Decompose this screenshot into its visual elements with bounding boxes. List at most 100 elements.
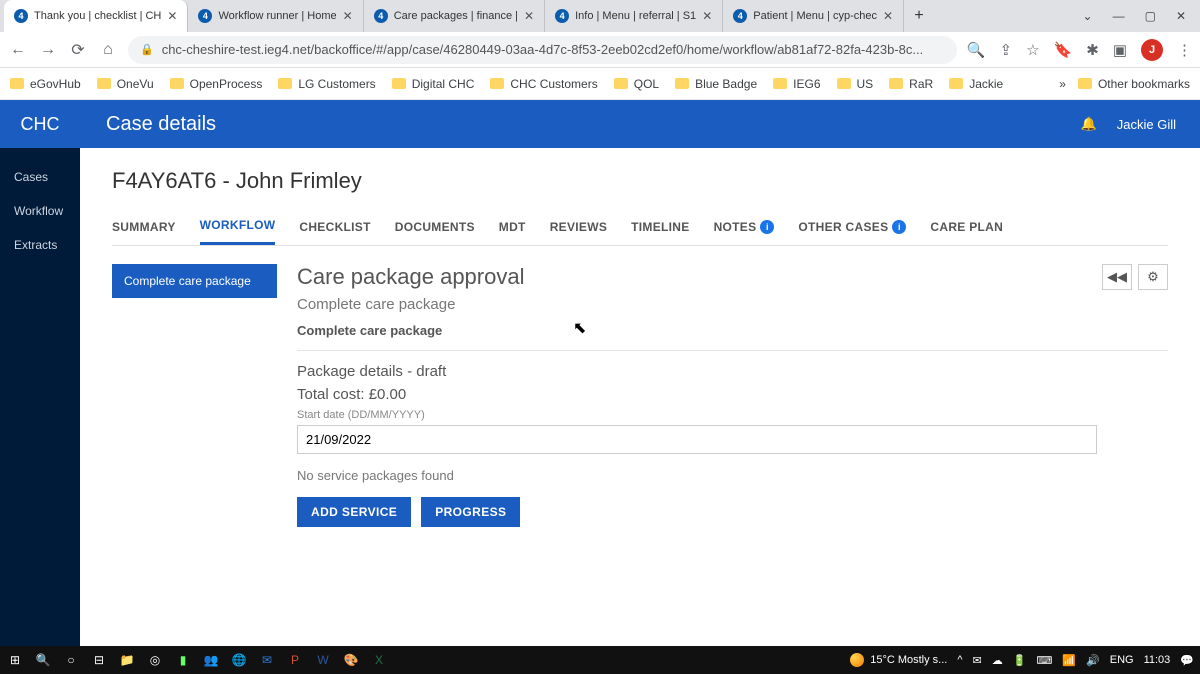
workflow-subheading: Complete care package xyxy=(297,296,1168,313)
start-button[interactable]: ⊞ xyxy=(6,651,24,669)
side-panel-icon[interactable]: ▣ xyxy=(1113,41,1127,59)
app-icon[interactable]: 🎨 xyxy=(342,651,360,669)
tab-care-plan[interactable]: CARE PLAN xyxy=(930,212,1003,245)
extensions-icon[interactable]: ✱ xyxy=(1086,41,1099,59)
settings-button[interactable]: ⚙ xyxy=(1138,264,1168,290)
tab-close-icon[interactable]: ✕ xyxy=(167,9,177,23)
tab-reviews[interactable]: REVIEWS xyxy=(550,212,607,245)
url-input[interactable]: 🔒 chc-cheshire-test.ieg4.net/backoffice/… xyxy=(128,36,957,64)
start-date-input[interactable] xyxy=(297,425,1097,454)
sidebar-item-workflow[interactable]: Workflow xyxy=(0,194,80,228)
tab-timeline[interactable]: TIMELINE xyxy=(631,212,689,245)
tab-other-cases[interactable]: OTHER CASESi xyxy=(798,212,906,245)
tab-favicon: 4 xyxy=(374,9,388,23)
window-maximize-icon[interactable]: ▢ xyxy=(1145,9,1156,23)
tab-title: Info | Menu | referral | S1 xyxy=(575,10,696,22)
weather-text: 15°C Mostly s... xyxy=(870,654,947,666)
progress-button[interactable]: PROGRESS xyxy=(421,497,520,527)
tab-summary[interactable]: SUMMARY xyxy=(112,212,176,245)
browser-tab[interactable]: 4 Thank you | checklist | CH ✕ xyxy=(4,0,188,32)
folder-icon xyxy=(614,78,628,89)
tab-documents[interactable]: DOCUMENTS xyxy=(395,212,475,245)
new-tab-button[interactable]: + xyxy=(904,0,934,32)
search-icon[interactable]: 🔍 xyxy=(967,41,986,59)
outlook-icon[interactable]: ✉ xyxy=(258,651,276,669)
tray-notifications-icon[interactable]: 💬 xyxy=(1180,654,1194,667)
excel-icon[interactable]: X xyxy=(370,651,388,669)
workflow-step-active[interactable]: Complete care package xyxy=(112,264,277,298)
bookmark-item[interactable]: Digital CHC xyxy=(392,77,475,91)
window-dropdown-icon[interactable]: ⌄ xyxy=(1083,9,1093,23)
tray-mail-icon[interactable]: ✉ xyxy=(973,654,982,667)
add-service-button[interactable]: ADD SERVICE xyxy=(297,497,411,527)
tab-close-icon[interactable]: ✕ xyxy=(883,9,893,23)
cortana-icon[interactable]: ○ xyxy=(62,651,80,669)
tab-workflow[interactable]: WORKFLOW xyxy=(200,212,276,245)
bookmark-item[interactable]: US xyxy=(837,77,874,91)
forward-button[interactable]: → xyxy=(38,41,58,59)
tray-battery-icon[interactable]: 🔋 xyxy=(1013,654,1027,667)
share-icon[interactable]: ⇪ xyxy=(1000,41,1013,59)
window-minimize-icon[interactable]: ― xyxy=(1113,9,1125,23)
bookmarks-overflow[interactable]: » xyxy=(1059,77,1066,91)
chrome-icon[interactable]: 🌐 xyxy=(230,651,248,669)
folder-icon xyxy=(490,78,504,89)
app-icon[interactable]: ▮ xyxy=(174,651,192,669)
tab-title: Care packages | finance | xyxy=(394,10,518,22)
profile-avatar[interactable]: J xyxy=(1141,39,1163,61)
app-icon[interactable]: ◎ xyxy=(146,651,164,669)
browser-tab[interactable]: 4 Info | Menu | referral | S1 ✕ xyxy=(545,0,723,32)
sidebar-item-extracts[interactable]: Extracts xyxy=(0,228,80,262)
bookmark-item[interactable]: OpenProcess xyxy=(170,77,263,91)
folder-icon xyxy=(1078,78,1092,89)
tab-checklist[interactable]: CHECKLIST xyxy=(299,212,370,245)
menu-icon[interactable]: ⋮ xyxy=(1177,41,1192,59)
browser-tab[interactable]: 4 Care packages | finance | ✕ xyxy=(364,0,545,32)
tab-title: Thank you | checklist | CH xyxy=(34,10,161,22)
bookmark-item[interactable]: IEG6 xyxy=(773,77,820,91)
browser-tab[interactable]: 4 Patient | Menu | cyp-chec ✕ xyxy=(723,0,904,32)
powerpoint-icon[interactable]: P xyxy=(286,651,304,669)
bookmark-item[interactable]: OneVu xyxy=(97,77,154,91)
word-icon[interactable]: W xyxy=(314,651,332,669)
bookmark-item[interactable]: CHC Customers xyxy=(490,77,597,91)
tab-close-icon[interactable]: ✕ xyxy=(702,9,712,23)
bookmark-item[interactable]: QOL xyxy=(614,77,659,91)
bookmark-tag-icon[interactable]: 🔖 xyxy=(1054,41,1073,59)
user-name[interactable]: Jackie Gill xyxy=(1117,117,1176,132)
tray-wifi-icon[interactable]: 📶 xyxy=(1062,654,1076,667)
teams-icon[interactable]: 👥 xyxy=(202,651,220,669)
tab-mdt[interactable]: MDT xyxy=(499,212,526,245)
tray-keyboard-icon[interactable]: ⌨ xyxy=(1036,654,1052,667)
star-icon[interactable]: ☆ xyxy=(1026,41,1039,59)
tab-notes[interactable]: NOTESi xyxy=(714,212,775,245)
home-button[interactable]: ⌂ xyxy=(98,41,118,59)
back-button[interactable]: ← xyxy=(8,41,28,59)
bookmark-item[interactable]: Blue Badge xyxy=(675,77,757,91)
bell-icon[interactable]: 🔔 xyxy=(1081,116,1097,132)
reload-button[interactable]: ⟳ xyxy=(68,40,88,60)
search-icon[interactable]: 🔍 xyxy=(34,651,52,669)
tray-clock[interactable]: 11:03 xyxy=(1144,654,1171,666)
weather-widget[interactable]: 15°C Mostly s... xyxy=(850,653,947,667)
bookmark-item[interactable]: RaR xyxy=(889,77,933,91)
workflow-heading: Care package approval xyxy=(297,264,1168,290)
bookmark-item[interactable]: eGovHub xyxy=(10,77,81,91)
sidebar-item-cases[interactable]: Cases xyxy=(0,160,80,194)
explorer-icon[interactable]: 📁 xyxy=(118,651,136,669)
tab-close-icon[interactable]: ✕ xyxy=(343,9,353,23)
tray-language[interactable]: ENG xyxy=(1110,654,1134,666)
tab-title: Patient | Menu | cyp-chec xyxy=(753,10,877,22)
collapse-button[interactable]: ◀◀ xyxy=(1102,264,1132,290)
tray-chevron-icon[interactable]: ^ xyxy=(957,654,962,666)
tab-close-icon[interactable]: ✕ xyxy=(524,9,534,23)
folder-icon xyxy=(837,78,851,89)
bookmark-item[interactable]: Jackie xyxy=(949,77,1003,91)
bookmark-item[interactable]: LG Customers xyxy=(278,77,375,91)
other-bookmarks[interactable]: Other bookmarks xyxy=(1078,77,1190,91)
window-close-icon[interactable]: ✕ xyxy=(1176,9,1186,23)
browser-tab[interactable]: 4 Workflow runner | Home ✕ xyxy=(188,0,363,32)
task-view-icon[interactable]: ⊟ xyxy=(90,651,108,669)
tray-volume-icon[interactable]: 🔊 xyxy=(1086,654,1100,667)
tray-cloud-icon[interactable]: ☁ xyxy=(992,654,1003,667)
